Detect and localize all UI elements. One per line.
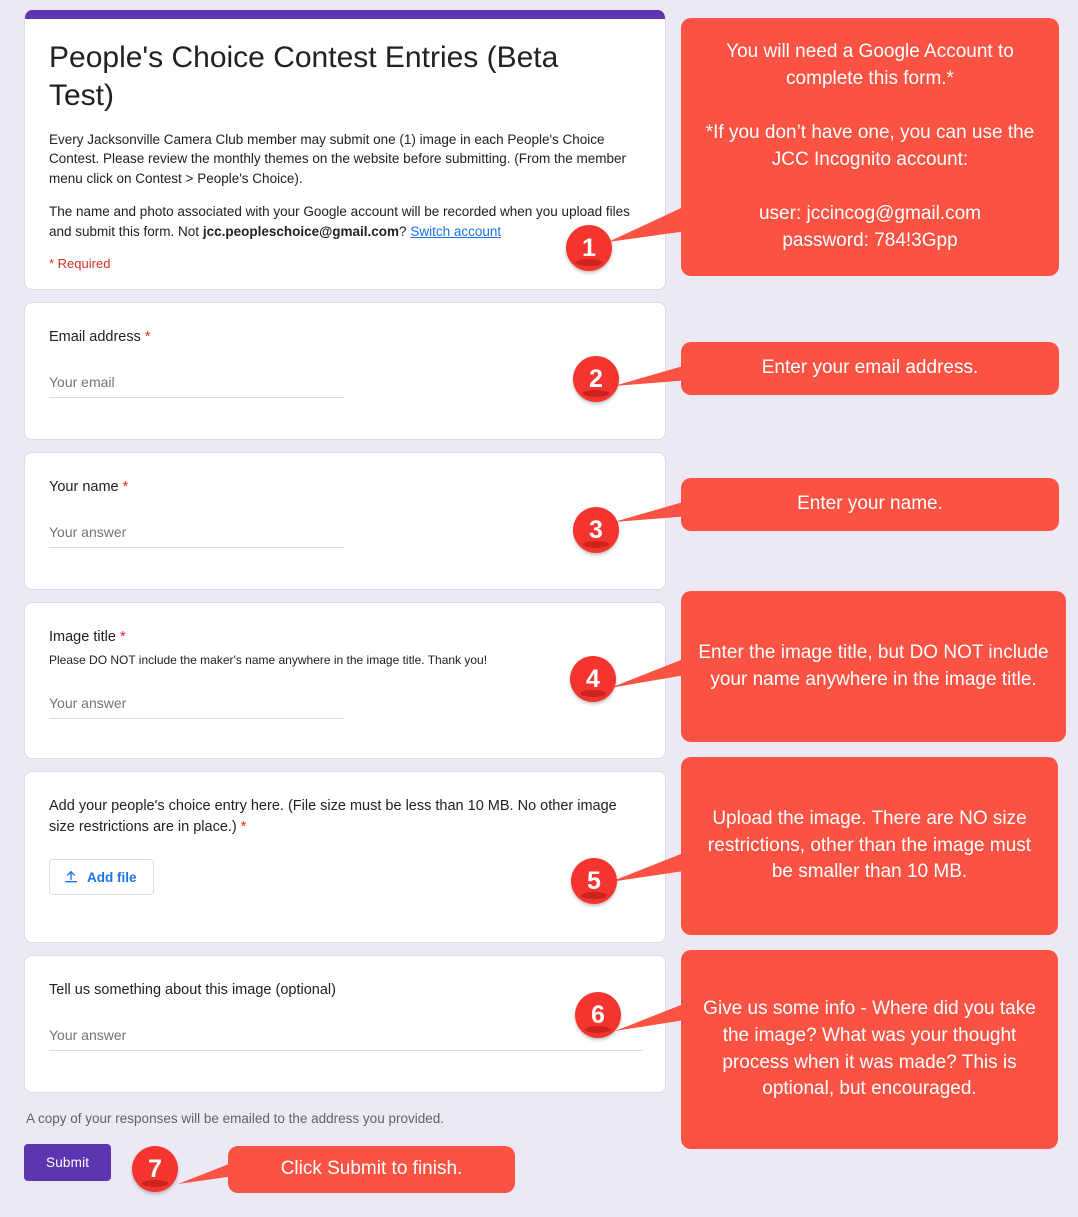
callout-7-number: 7 (148, 1154, 162, 1183)
required-asterisk: * (119, 628, 126, 645)
callout-4-number: 4 (586, 664, 600, 693)
callout-2-number: 2 (589, 364, 603, 393)
form-accent-bar (25, 10, 665, 19)
question-card-name: Your name * Your answer (24, 451, 666, 590)
question-label-text: Your name (49, 478, 119, 495)
callout-5-badge: 5 (571, 858, 617, 904)
image-title-input[interactable]: Your answer (49, 695, 344, 720)
callout-2-arrow (612, 358, 692, 396)
callout-3-arrow (612, 494, 692, 532)
question-label-text: Add your people's choice entry here. (Fi… (49, 797, 617, 836)
callout-4-arrow (608, 648, 693, 698)
callout-1-badge: 1 (566, 225, 612, 271)
email-input[interactable]: Your email (49, 374, 344, 399)
google-form-column: People's Choice Contest Entries (Beta Te… (24, 10, 666, 1181)
callout-7-badge: 7 (132, 1146, 178, 1192)
callout-7-arrow (176, 1158, 236, 1192)
question-label-file-upload: Add your people's choice entry here. (Fi… (49, 796, 629, 840)
callout-2-badge: 2 (573, 356, 619, 402)
question-help-image-title: Please DO NOT include the maker's name a… (49, 653, 488, 668)
callout-1-box: You will need a Google Account to comple… (681, 18, 1059, 276)
required-asterisk: * (144, 328, 151, 345)
question-label-image-title: Image title * (49, 627, 641, 649)
about-image-input[interactable]: Your answer (49, 1027, 643, 1052)
question-label-text: Image title (49, 628, 116, 645)
callout-2-box: Enter your email address. (681, 342, 1059, 395)
callout-5-box: Upload the image. There are NO size rest… (681, 757, 1058, 935)
callout-6-arrow (613, 995, 693, 1041)
callout-3-badge: 3 (573, 507, 619, 553)
question-label-text: Email address (49, 328, 141, 345)
account-email: jcc.peopleschoice@gmail.com (202, 224, 400, 240)
callout-4-box: Enter the image title, but DO NOT includ… (681, 591, 1066, 742)
question-card-file-upload: Add your people's choice entry here. (Fi… (24, 770, 666, 943)
add-file-label: Add file (87, 869, 137, 885)
response-copy-note: A copy of your responses will be emailed… (26, 1110, 444, 1126)
callout-4-badge: 4 (570, 656, 616, 702)
add-file-button[interactable]: Add file (49, 859, 154, 896)
question-card-about-image: Tell us something about this image (opti… (24, 954, 666, 1093)
callout-6-number: 6 (591, 1000, 605, 1029)
question-label-about-image: Tell us something about this image (opti… (49, 980, 641, 1002)
account-notice-suffix: ? (399, 224, 411, 240)
question-label-name: Your name * (49, 477, 641, 499)
name-input[interactable]: Your answer (49, 524, 344, 549)
callout-3-box: Enter your name. (681, 478, 1059, 531)
form-description-paragraph-1: Every Jacksonville Camera Club member ma… (49, 131, 627, 186)
switch-account-link[interactable]: Switch account (410, 224, 501, 239)
question-label-email: Email address * (49, 327, 641, 349)
callout-1-number: 1 (582, 233, 596, 262)
callout-3-number: 3 (589, 515, 603, 544)
question-label-text: Tell us something about this image (opti… (49, 981, 336, 998)
callout-6-badge: 6 (575, 992, 621, 1038)
submit-button[interactable]: Submit (24, 1143, 112, 1181)
required-legend: * Required (49, 255, 111, 271)
upload-icon (63, 869, 79, 885)
callout-7-box: Click Submit to finish. (228, 1146, 515, 1193)
required-asterisk: * (240, 819, 247, 836)
required-asterisk: * (122, 478, 129, 495)
form-description-paragraph-2: The name and photo associated with your … (49, 202, 639, 241)
question-card-email: Email address * Your email (24, 301, 666, 440)
callout-6-box: Give us some info - Where did you take t… (681, 950, 1058, 1149)
callout-5-arrow (608, 846, 693, 892)
callout-1-arrow (606, 200, 696, 260)
callout-5-number: 5 (587, 866, 601, 895)
page-title: People's Choice Contest Entries (Beta Te… (49, 41, 559, 113)
annotated-form-screenshot: People's Choice Contest Entries (Beta Te… (0, 0, 1078, 1217)
